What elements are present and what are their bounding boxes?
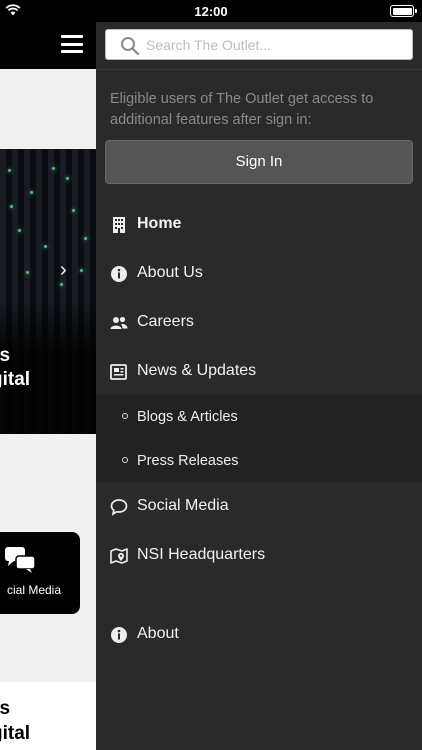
newspaper-icon (110, 364, 127, 380)
nav-item-news-updates[interactable]: News & Updates (96, 350, 422, 394)
subnav-label-press-releases: Press Releases (137, 453, 239, 469)
card-label: cial Media (6, 583, 62, 597)
nav-label-careers: Careers (137, 313, 194, 330)
sign-in-info-text: Eligible users of The Outlet get access … (110, 91, 374, 128)
battery-icon (390, 5, 417, 17)
news-submenu: Blogs & Articles Press Releases (96, 395, 422, 483)
hamburger-menu-icon[interactable] (61, 35, 83, 53)
users-icon (110, 316, 128, 329)
chat-bubble-icon (110, 499, 128, 516)
search-icon (121, 37, 140, 56)
nav-label-home: Home (137, 215, 182, 232)
chevron-right-icon[interactable]: › (60, 259, 67, 282)
divider (96, 69, 422, 70)
status-bar: 12:00 (0, 0, 422, 22)
nav-label-about: About (137, 625, 179, 642)
chat-bubbles-icon (5, 547, 36, 573)
nav-item-about[interactable]: About (96, 613, 422, 657)
nav-label-news-updates: News & Updates (137, 362, 257, 379)
search-input[interactable] (146, 33, 406, 57)
subnav-item-press-releases[interactable]: Press Releases (96, 439, 422, 483)
info-circle-icon (111, 266, 127, 282)
background-app: › gies Digital cial Media gies Digital (0, 22, 96, 750)
subnav-item-blogs-articles[interactable]: Blogs & Articles (96, 395, 422, 439)
nav-item-social-media[interactable]: Social Media (96, 485, 422, 529)
app-header (0, 22, 96, 69)
sign-in-button[interactable]: Sign In (105, 140, 413, 184)
nav-label-about-us: About Us (137, 264, 203, 281)
nav-item-nsi-headquarters[interactable]: NSI Headquarters (96, 534, 422, 578)
hero-title: gies Digital (0, 345, 31, 390)
nav-label-nsi-headquarters: NSI Headquarters (137, 546, 266, 563)
social-media-card[interactable]: cial Media (0, 532, 80, 614)
nav-label-social-media: Social Media (137, 497, 229, 514)
nav-item-careers[interactable]: Careers (96, 301, 422, 345)
bullet-icon (122, 457, 128, 463)
search-bar[interactable] (105, 29, 413, 60)
navigation-drawer: Eligible users of The Outlet get access … (96, 22, 422, 750)
status-time: 12:00 (194, 4, 228, 19)
bottom-card-title: gies Digital (0, 698, 31, 744)
building-icon (113, 217, 125, 233)
bullet-icon (122, 413, 128, 419)
info-circle-icon (111, 627, 127, 643)
nav-item-home[interactable]: Home (96, 203, 422, 247)
bottom-card[interactable]: gies Digital (0, 682, 96, 750)
map-marker-icon (110, 548, 128, 564)
nav-item-about-us[interactable]: About Us (96, 252, 422, 296)
subnav-label-blogs-articles: Blogs & Articles (137, 409, 238, 425)
hero-banner[interactable]: › gies Digital (0, 149, 96, 434)
